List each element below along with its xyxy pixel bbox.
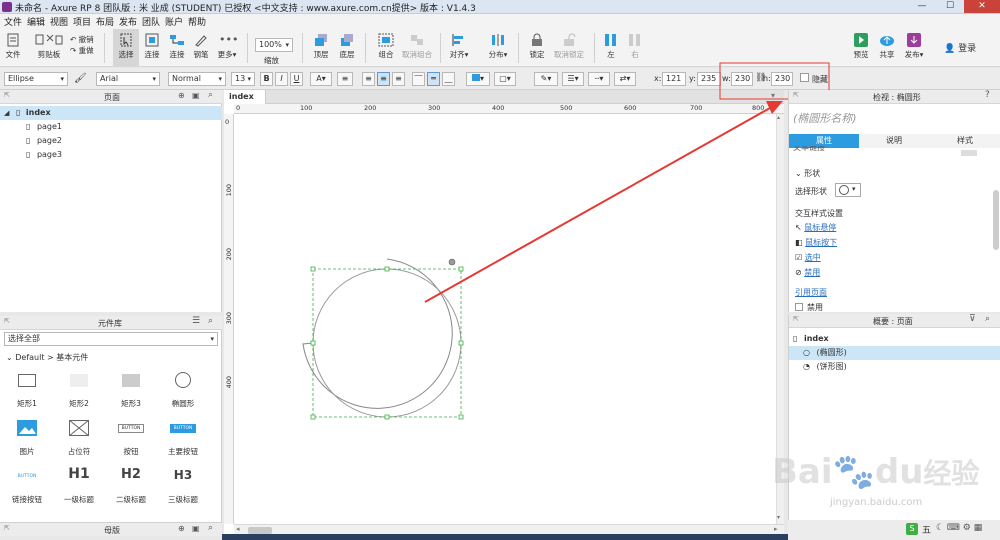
expand-icon[interactable]: ⇱ xyxy=(793,315,799,323)
toggle-stub[interactable] xyxy=(961,150,977,156)
hover-style-link[interactable]: ↖ 鼠标悬停 xyxy=(795,222,836,233)
shape-section[interactable]: ⌄ 形状 xyxy=(795,168,820,179)
inspector-scrollbar[interactable] xyxy=(993,190,999,250)
shape-select[interactable]: ▾ xyxy=(835,183,861,197)
mousedown-style-link[interactable]: ◧ 鼠标按下 xyxy=(795,237,837,248)
disabled-label: 禁用 xyxy=(807,303,823,312)
outline-item-ellipse[interactable]: ○ (椭圆形) xyxy=(789,346,1000,360)
inspector-header: ⇱ 检视 : 椭圆形 ? xyxy=(789,90,1000,104)
filter-icon[interactable]: ⊽ xyxy=(969,314,976,324)
ime-icon[interactable]: S xyxy=(906,523,918,535)
disabled-checkbox[interactable] xyxy=(795,303,803,311)
cursor-down-icon: ◧ xyxy=(795,238,806,247)
status-bar: S 五 ☾ ⌨ ⚙ ▦ xyxy=(788,520,1000,540)
inspector-panel: ⇱ 检视 : 椭圆形 ? (椭圆形名称) 属性 说明 样式 文本链接 ⌄ 形状 … xyxy=(788,90,1000,312)
search-icon[interactable]: ⌕ xyxy=(985,314,990,324)
page-icon: ▯ xyxy=(793,334,798,343)
selected-style-link[interactable]: ☑ 选中 xyxy=(795,252,821,263)
chevron-down-icon: ⌄ xyxy=(795,169,805,178)
cursor-icon: ↖ xyxy=(795,223,805,232)
ime-tools-icon[interactable]: ☾ ⌨ ⚙ ▦ xyxy=(936,523,982,533)
shape-label: 选择形状 xyxy=(795,187,827,196)
watermark-url: jingyan.baidu.com xyxy=(830,497,923,508)
outline-title: 概要 : 页面 xyxy=(873,317,913,326)
disabled-style-link[interactable]: ⊘ 禁用 xyxy=(795,267,820,278)
resize-handles[interactable] xyxy=(310,266,464,420)
interaction-style-title: 交互样式设置 xyxy=(795,209,843,218)
ime-mode[interactable]: 五 xyxy=(922,523,931,536)
rotation-handle[interactable] xyxy=(448,258,456,266)
paw-icon: 🐾 xyxy=(832,452,875,492)
outline-header: ⇱ 概要 : 页面 ⊽ ⌕ xyxy=(789,314,1000,328)
ellipse-icon: ○ xyxy=(803,348,810,357)
annotation-arrow-line xyxy=(424,107,771,303)
expand-icon[interactable]: ⇱ xyxy=(793,91,799,99)
pie-icon: ◔ xyxy=(803,362,810,371)
pie-shape[interactable] xyxy=(302,258,453,409)
circle-shape-icon xyxy=(839,185,849,195)
selected-icon: ☑ xyxy=(795,253,805,262)
baidu-watermark: Bai🐾du经验 xyxy=(772,452,980,492)
annotation-arrow-head xyxy=(766,101,783,114)
outline-root[interactable]: ▯ index xyxy=(789,332,1000,346)
inspector-title: 检视 : 椭圆形 xyxy=(873,93,921,102)
chevron-down-icon: ▾ xyxy=(852,185,856,193)
disabled-icon: ⊘ xyxy=(795,268,805,277)
outline-item-pie[interactable]: ◔ (饼形图) xyxy=(789,360,1000,374)
help-icon[interactable]: ? xyxy=(985,90,990,100)
widget-name-field[interactable]: (椭圆形名称) xyxy=(793,110,857,126)
taskbar-strip xyxy=(222,534,788,540)
reference-page-link[interactable]: 引用页面 xyxy=(795,287,827,298)
